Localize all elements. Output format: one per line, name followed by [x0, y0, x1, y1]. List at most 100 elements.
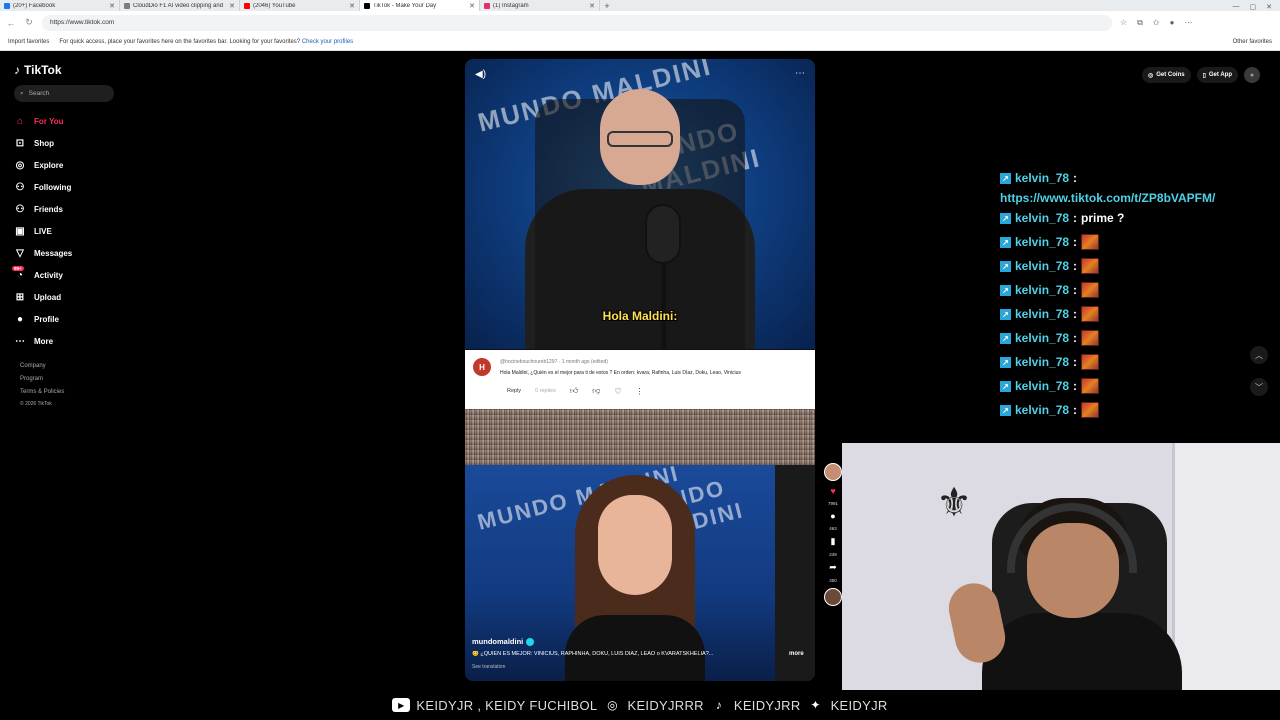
- chat-separator: :: [1073, 331, 1078, 345]
- chat-message: ↗ kelvin_78:: [1000, 166, 1260, 190]
- host-body: [565, 615, 705, 681]
- sidebar-footer: Company Program Terms & Policies © 2026 …: [14, 360, 146, 409]
- nav-item-explore[interactable]: ◎ Explore: [14, 154, 146, 176]
- nav-item-following[interactable]: ⚇ Following: [14, 176, 146, 198]
- reply-button: Reply: [507, 388, 522, 394]
- microphone-stand: [661, 264, 666, 349]
- copyright: © 2026 TikTok: [20, 401, 52, 407]
- browser-tab[interactable]: (1) Instagram ✕: [480, 0, 600, 11]
- streamer-torso: [982, 613, 1182, 690]
- browser-tab[interactable]: (20+) Facebook ✕: [0, 0, 120, 11]
- search-input[interactable]: ⌕ Search: [14, 85, 114, 102]
- nav-item-for-you[interactable]: ⌂ For You: [14, 110, 146, 132]
- tiktok-logo[interactable]: ♪ TikTok: [14, 61, 146, 79]
- browser-tab[interactable]: CloudDio F1 AI video clipping and ✕: [120, 0, 240, 11]
- get-coins-button[interactable]: ◎ Get Coins: [1141, 67, 1191, 83]
- get-app-button[interactable]: ▯ Get App: [1196, 67, 1238, 83]
- coin-icon: ◎: [1147, 72, 1154, 79]
- video-player[interactable]: MUNDO MALDINI MUNDO MALDINI Hola Maldini…: [465, 59, 815, 681]
- refresh-icon[interactable]: ↻: [24, 17, 34, 28]
- stream-chat-overlay: ↗ kelvin_78: https://www.tiktok.com/t/ZP8b…: [1000, 166, 1260, 422]
- nav-item-profile[interactable]: ● Profile: [14, 308, 146, 330]
- back-icon[interactable]: ←: [6, 18, 16, 28]
- emote-icon: [1081, 354, 1100, 370]
- favorites-icon[interactable]: ✩: [1153, 18, 1160, 28]
- chat-username: kelvin_78: [1015, 331, 1070, 345]
- browser-tab[interactable]: (2046) YouTube ✕: [240, 0, 360, 11]
- other-favorites-button[interactable]: Other favorites: [1233, 39, 1272, 45]
- tiktok-handle: KEIDYJRR: [733, 697, 801, 713]
- tiktok-icon: ↗: [1000, 356, 1011, 368]
- tab-favicon: [364, 2, 370, 9]
- heart-icon[interactable]: ♥: [830, 486, 835, 496]
- menu-icon[interactable]: ⋯: [1184, 18, 1192, 28]
- tab-close-icon[interactable]: ✕: [229, 2, 235, 10]
- tab-close-icon[interactable]: ✕: [349, 2, 355, 10]
- minimize-icon[interactable]: —: [1233, 3, 1240, 11]
- nav-item-label: More: [34, 336, 54, 346]
- chat-separator: :: [1073, 355, 1078, 369]
- thumbs-up-icon: 👍︎: [569, 386, 579, 395]
- footer-program-link[interactable]: Program: [20, 373, 146, 386]
- tab-title: (1) Instagram: [493, 2, 529, 9]
- video-side-panel: [775, 465, 815, 681]
- extensions-icon[interactable]: ⧉: [1137, 18, 1143, 28]
- nav-item-shop[interactable]: ⊡ Shop: [14, 132, 146, 154]
- footer-terms-link[interactable]: Terms & Policies: [20, 386, 146, 399]
- nav-item-friends[interactable]: ⚇ Friends: [14, 198, 146, 220]
- profile-icon[interactable]: ●: [1170, 18, 1175, 28]
- volume-icon[interactable]: ◀): [475, 69, 486, 80]
- maximize-icon[interactable]: ▢: [1250, 3, 1257, 11]
- streamer-webcam: ⚜: [842, 443, 1280, 690]
- new-tab-button[interactable]: +: [600, 1, 614, 11]
- nav-item-upload[interactable]: ⊞ Upload: [14, 286, 146, 308]
- nav-item-label: Following: [34, 182, 72, 192]
- verified-icon: [526, 637, 535, 646]
- tiktok-icon: ↗: [1000, 172, 1011, 184]
- nav-list: ⌂ For You ⊡ Shop ◎ Explore ⚇ Following ⚇ Friends ▣…: [12, 110, 146, 352]
- chat-separator: :: [1073, 283, 1078, 297]
- window-controls: — ▢ ✕: [1233, 3, 1280, 11]
- sound-disc[interactable]: [824, 588, 842, 606]
- tab-close-icon[interactable]: ✕: [469, 2, 475, 10]
- nav-item-live[interactable]: ▣ LIVE: [14, 220, 146, 242]
- nav-item-more[interactable]: ⋯ More: [14, 330, 146, 352]
- share-icon[interactable]: ➦: [829, 562, 837, 573]
- url-field[interactable]: https://www.tiktok.com: [42, 14, 1112, 31]
- bell-icon: ◔: [16, 269, 24, 281]
- close-icon[interactable]: ✕: [1266, 3, 1272, 11]
- star-icon[interactable]: ☆: [1120, 18, 1127, 28]
- chat-message: ↗ kelvin_78:: [1000, 302, 1260, 326]
- more-options-icon[interactable]: ⋯: [795, 68, 805, 79]
- creator-avatar[interactable]: [824, 463, 842, 481]
- twitter-handle: KEIDYJR: [830, 697, 888, 713]
- video-author[interactable]: mundomaldini: [472, 637, 535, 646]
- address-bar: ← ↻ https://www.tiktok.com ☆ ⧉ ✩ ● ⋯: [0, 11, 1280, 34]
- more-icon: ⋯: [15, 335, 25, 347]
- nav-item-messages[interactable]: ▽ Messages: [14, 242, 146, 264]
- chat-separator: :: [1073, 379, 1078, 393]
- video-description: 😊 ¿QUIÉN ES MEJOR: VINICIUS, RAPHINHA, D…: [472, 651, 714, 657]
- check-profiles-link[interactable]: Check your profiles: [302, 39, 353, 45]
- browser-tab[interactable]: TikTok - Make Your Day ✕: [360, 0, 480, 11]
- import-favorites-button[interactable]: Import favorites: [8, 39, 49, 45]
- bookmark-icon[interactable]: ▮: [831, 536, 836, 547]
- footer-company-link[interactable]: Company: [20, 360, 146, 373]
- account-avatar[interactable]: ●: [1244, 67, 1260, 83]
- see-translation-link[interactable]: See translation: [472, 664, 505, 670]
- phone-icon: ▯: [1202, 72, 1206, 79]
- youtube-comment-card: H @hocinebouchoureb1297 · 1 month ago (e…: [465, 350, 815, 409]
- chat-separator: :: [1073, 171, 1078, 185]
- comment-icon[interactable]: ●: [830, 511, 835, 521]
- chat-message: ↗ kelvin_78:: [1000, 350, 1260, 374]
- tab-close-icon[interactable]: ✕: [589, 2, 595, 10]
- share-count: 350: [829, 578, 837, 583]
- chat-username: kelvin_78: [1015, 211, 1070, 225]
- tab-close-icon[interactable]: ✕: [109, 2, 115, 10]
- more-link[interactable]: more: [789, 651, 804, 657]
- chat-link[interactable]: https://www.tiktok.com/t/ZP8bVAPFM/: [1000, 190, 1260, 206]
- like-count: 7991: [827, 501, 838, 506]
- chat-username: kelvin_78: [1015, 307, 1070, 321]
- nav-item-activity[interactable]: ◔ Activity 99+: [12, 264, 146, 286]
- home-icon: ⌂: [16, 115, 24, 127]
